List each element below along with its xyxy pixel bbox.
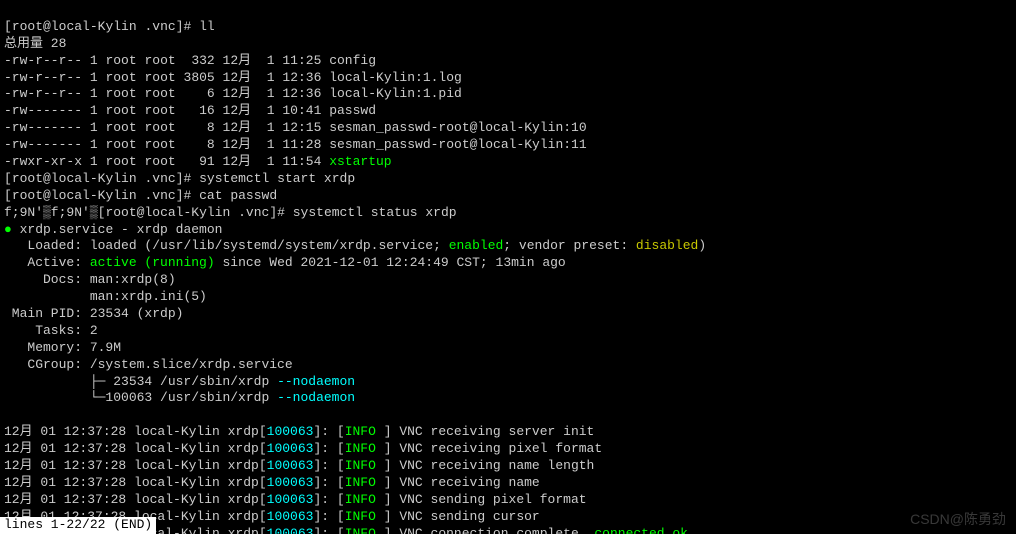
svc-since: since Wed 2021-12-01 12:24:49 CST; 13min… <box>222 255 565 270</box>
ll-row: -rw------- 1 root root 16 12月 1 10:41 pa… <box>4 103 376 118</box>
ll-row: -rw------- 1 root root 8 12月 1 11:28 ses… <box>4 137 587 152</box>
watermark: CSDN@陈勇劲 <box>910 510 1006 528</box>
log-row: 12月 01 12:37:28 local-Kylin xrdp[100063]… <box>4 441 602 456</box>
ll-row: -rw-r--r-- 1 root root 6 12月 1 12:36 loc… <box>4 86 462 101</box>
svc-tasks: 2 <box>90 323 98 338</box>
log-row: 12月 01 12:37:28 local-Kylin xrdp[100063]… <box>4 492 587 507</box>
svc-pid: 23534 (xrdp) <box>90 306 184 321</box>
log-row: 12月 01 12:37:28 local-Kylin xrdp[100063]… <box>4 458 594 473</box>
cmd-status: systemctl status xrdp <box>293 205 457 220</box>
ll-row: -rwxr-xr-x 1 root root 91 12月 1 11:54 xs… <box>4 154 392 169</box>
svc-active: active (running) <box>90 255 215 270</box>
svc-mem: 7.9M <box>90 340 121 355</box>
ll-row: -rw-r--r-- 1 root root 332 12月 1 11:25 c… <box>4 53 376 68</box>
svc-docs: man:xrdp(8) <box>90 272 176 287</box>
cmd-start: systemctl start xrdp <box>199 171 355 186</box>
prompt: [root@local-Kylin .vnc]# <box>98 205 293 220</box>
prompt: [root@local-Kylin .vnc]# <box>4 171 199 186</box>
svc-cgroup: /system.slice/xrdp.service <box>90 357 293 372</box>
svc-loaded: loaded (/usr/lib/systemd/system/xrdp.ser… <box>90 238 449 253</box>
log-row: 12月 01 12:37:28 local-Kylin xrdp[100063]… <box>4 424 594 439</box>
pager-status[interactable]: lines 1-22/22 (END) <box>0 517 156 534</box>
ll-total: 总用量 28 <box>4 36 66 51</box>
terminal-output: [root@local-Kylin .vnc]# ll 总用量 28 -rw-r… <box>0 0 1016 534</box>
prompt: [root@local-Kylin .vnc]# <box>4 188 199 203</box>
svc-title: xrdp.service - xrdp daemon <box>20 222 223 237</box>
ll-row: -rw-r--r-- 1 root root 3805 12月 1 12:36 … <box>4 70 462 85</box>
bullet-icon: ● <box>4 222 12 237</box>
cmd-ll: ll <box>199 19 215 34</box>
log-row: 12月 01 12:37:28 local-Kylin xrdp[100063]… <box>4 475 540 490</box>
ll-row: -rw------- 1 root root 8 12月 1 12:15 ses… <box>4 120 587 135</box>
cmd-cat: cat passwd <box>199 188 277 203</box>
prompt: [root@local-Kylin .vnc]# <box>4 19 199 34</box>
cat-output: f;9N'▒f;9N'▒ <box>4 205 98 220</box>
